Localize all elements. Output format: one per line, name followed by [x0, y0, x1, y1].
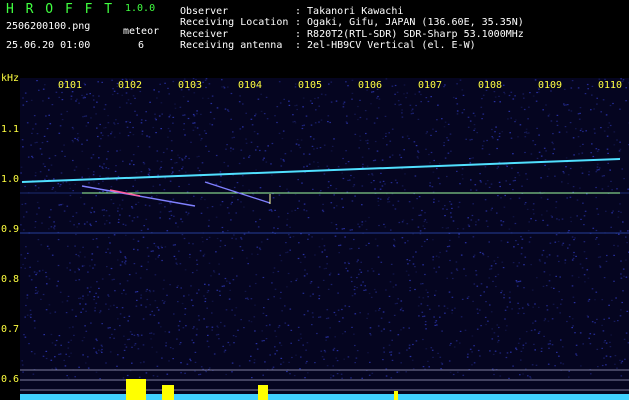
observer-value: : Takanori Kawachi [295, 6, 404, 17]
y-tick-label: 0.9 [1, 224, 20, 235]
x-tick-label: 0109 [538, 80, 563, 91]
y-tick-label: 0.8 [1, 274, 20, 285]
y-tick-label: 0.6 [1, 374, 20, 385]
meteor-count: 6 [138, 40, 145, 51]
y-tick-label: 1.0 [1, 174, 20, 185]
spectrogram [20, 78, 629, 400]
power-spike [126, 379, 146, 400]
x-tick-label: 0107 [418, 80, 443, 91]
x-tick-label: 0102 [118, 80, 143, 91]
x-tick-label: 0106 [358, 80, 383, 91]
x-tick-label: 0108 [478, 80, 503, 91]
app-version: 1.0.0 [125, 3, 156, 14]
y-tick-label: 0.7 [1, 324, 20, 335]
observer-label: Observer [180, 6, 229, 17]
baseline-bar [20, 394, 629, 400]
file-name: 2506200100.png [6, 21, 91, 32]
x-tick-label: 0105 [298, 80, 323, 91]
location-label: Receiving Location [180, 17, 289, 28]
axis-unit-label: kHz [1, 73, 20, 84]
meteor-label: meteor [123, 26, 160, 37]
record-datetime: 25.06.20 01:00 [6, 40, 91, 51]
location-value: : Ogaki, Gifu, JAPAN (136.60E, 35.35N) [295, 17, 524, 28]
x-tick-label: 0103 [178, 80, 203, 91]
receiver-value: : R820T2(RTL-SDR) SDR-Sharp 53.1000MHz [295, 29, 524, 40]
receiver-label: Receiver [180, 29, 229, 40]
x-tick-label: 0101 [58, 80, 83, 91]
antenna-value: : 2el-HB9CV Vertical (el. E-W) [295, 40, 476, 51]
power-spike [258, 385, 268, 400]
x-tick-label: 0104 [238, 80, 263, 91]
power-spike [162, 385, 174, 400]
x-tick-label: 0110 [598, 80, 623, 91]
antenna-label: Receiving antenna [180, 40, 283, 51]
app-title: H R O F F T [6, 2, 115, 17]
y-tick-label: 1.1 [1, 124, 20, 135]
power-spike [394, 391, 398, 400]
